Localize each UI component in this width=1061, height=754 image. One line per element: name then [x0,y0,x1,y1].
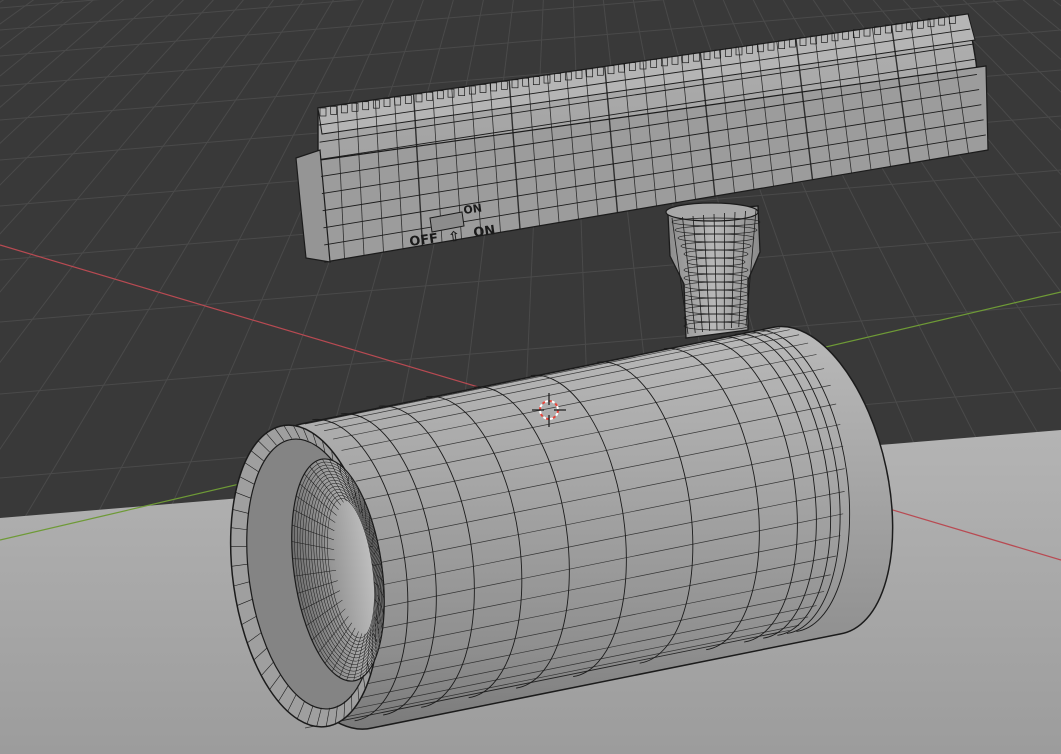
viewport-canvas[interactable]: OFF ⇧ ON ON [0,0,1061,754]
3d-viewport[interactable]: OFF ⇧ ON ON [0,0,1061,754]
switch-label-on: ON [472,223,496,241]
switch-arrow-icon: ⇧ [447,228,461,245]
switch-label-top: ON [463,202,483,217]
stem-mesh[interactable] [665,202,761,339]
track-adapter-mesh[interactable]: OFF ⇧ ON ON [295,13,989,263]
switch-label-off: OFF [408,231,439,250]
